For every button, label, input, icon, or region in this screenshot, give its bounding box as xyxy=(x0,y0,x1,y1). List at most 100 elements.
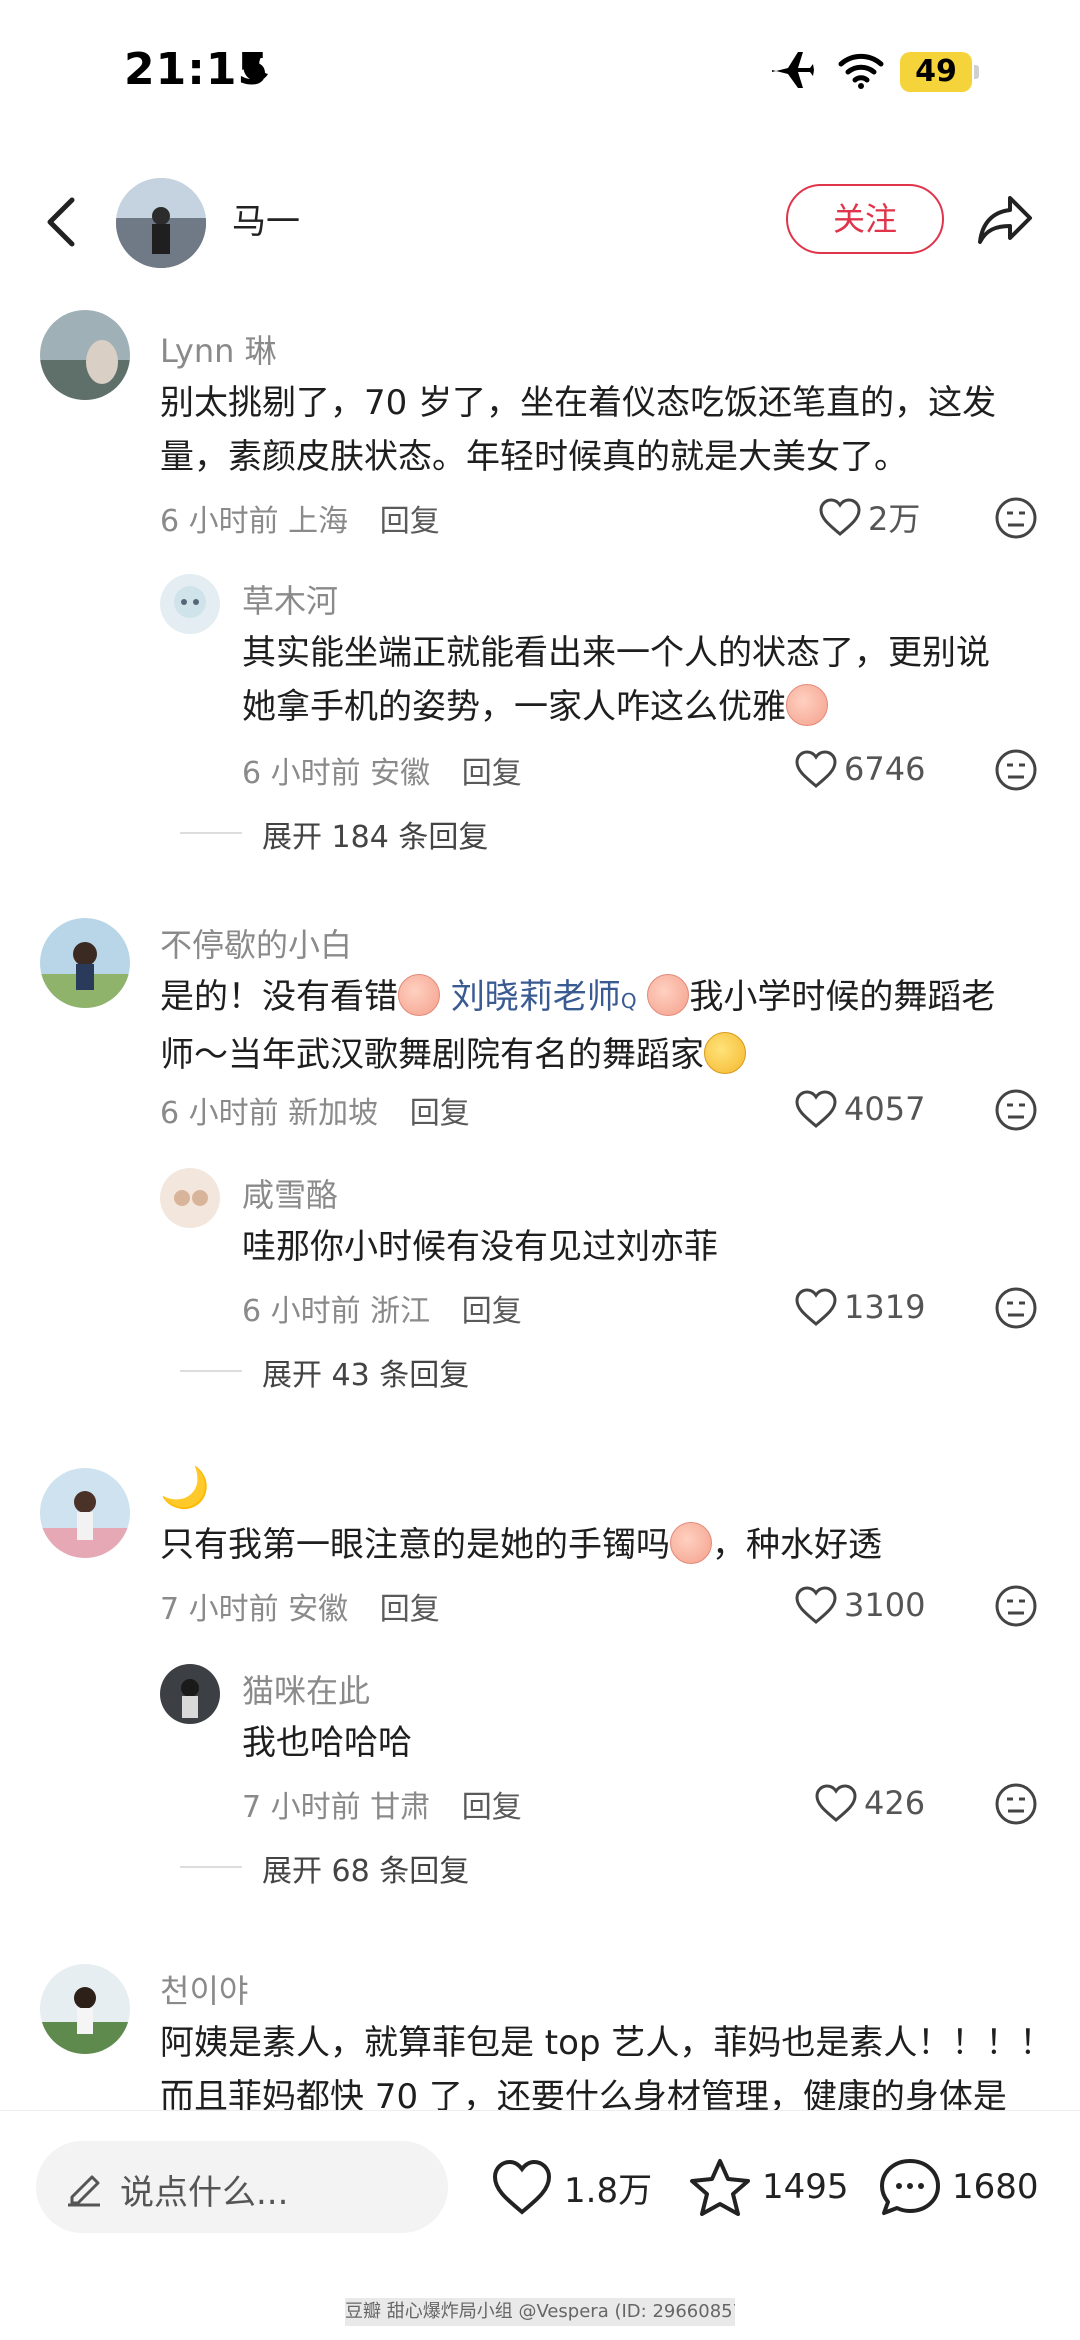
post-header: 马一 关注 xyxy=(0,170,1080,270)
expand-replies-button[interactable]: 展开 43 条回复 xyxy=(262,1350,469,1394)
like-post-button[interactable]: 1.8万 xyxy=(490,2157,652,2217)
comment-text-line: 阿姨是素人，就算菲包是 top 艺人，菲妈也是素人！！！！ xyxy=(160,2023,1054,2063)
dislike-face-icon[interactable] xyxy=(994,1286,1038,1330)
expand-divider xyxy=(180,832,242,834)
crying-emoji-icon xyxy=(398,974,440,1016)
reply-meta: 6 小时前 安徽 回复 xyxy=(242,748,522,792)
like-button[interactable]: 426 xyxy=(814,1778,925,1828)
reply-time: 7 小时前 xyxy=(242,1790,361,1825)
comment-text-line: 师～当年武汉歌舞剧院有名的舞蹈家 xyxy=(160,1035,704,1075)
expand-divider xyxy=(180,1370,242,1372)
reply-button[interactable]: 回复 xyxy=(380,1592,440,1627)
like-count: 2万 xyxy=(868,500,921,538)
comment-meta: 6 小时前 新加坡 回复 xyxy=(160,1088,470,1132)
star-icon xyxy=(690,2159,750,2216)
heart-icon xyxy=(795,1090,837,1128)
heart-icon xyxy=(795,1288,837,1326)
comment-text-line: 我小学时候的舞蹈老 xyxy=(689,977,996,1017)
comment-text: 是的！没有看错 刘晓莉老师Q 我小学时候的舞蹈老 师～当年武汉歌舞剧院有名的舞蹈… xyxy=(160,970,1060,1082)
reply-username[interactable]: 咸雪酪 xyxy=(242,1170,338,1216)
dislike-face-icon[interactable] xyxy=(994,1088,1038,1132)
like-count: 1319 xyxy=(844,1288,926,1326)
reply-text: 哇那你小时候有没有见过刘亦菲 xyxy=(242,1220,1042,1274)
reply-text: 我也哈哈哈 xyxy=(242,1716,1042,1770)
comment-username[interactable]: 천이야 xyxy=(160,1966,248,2012)
reply-username[interactable]: 猫咪在此 xyxy=(242,1666,370,1712)
like-button[interactable]: 3100 xyxy=(794,1580,925,1630)
reply-text-line: 我也哈哈哈 xyxy=(242,1723,412,1763)
follow-button[interactable]: 关注 xyxy=(786,184,944,254)
comment-text-line: 是的！没有看错 xyxy=(160,977,398,1017)
post-like-count: 1.8万 xyxy=(564,2170,653,2211)
author-name[interactable]: 马一 xyxy=(232,194,300,243)
like-button[interactable]: 1319 xyxy=(794,1282,925,1332)
comment-location: 新加坡 xyxy=(288,1096,379,1131)
comment-time: 7 小时前 xyxy=(160,1592,279,1627)
moon-icon xyxy=(243,54,268,81)
avatar[interactable] xyxy=(160,574,220,634)
like-button[interactable]: 2万 xyxy=(818,492,920,542)
like-button[interactable]: 4057 xyxy=(794,1084,925,1134)
moon-emoji-icon: 🌙 xyxy=(160,1465,210,1511)
heart-icon xyxy=(795,750,837,788)
comment-location: 上海 xyxy=(288,504,349,539)
airplane-mode-icon xyxy=(772,52,814,88)
reply-button[interactable]: 回复 xyxy=(462,1294,522,1329)
avatar[interactable] xyxy=(40,1468,130,1558)
dislike-face-icon[interactable] xyxy=(994,748,1038,792)
bottom-action-bar: 说点什么... 1.8万 1495 1680 xyxy=(0,2110,1080,2310)
comment-username[interactable]: 不停歇的小白 xyxy=(160,920,352,966)
dislike-face-icon[interactable] xyxy=(994,496,1038,540)
post-comment-count: 1680 xyxy=(952,2167,1039,2207)
reply-button[interactable]: 回复 xyxy=(410,1096,470,1131)
avatar[interactable] xyxy=(40,1964,130,2054)
comment-username[interactable]: Lynn 琳 xyxy=(160,326,277,372)
dislike-face-icon[interactable] xyxy=(994,1782,1038,1826)
avatar[interactable] xyxy=(40,310,130,400)
avatar[interactable] xyxy=(160,1168,220,1228)
battery-indicator: 49 xyxy=(900,52,979,92)
comment-location: 安徽 xyxy=(288,1592,349,1627)
like-button[interactable]: 6746 xyxy=(794,744,925,794)
comment-meta: 7 小时前 安徽 回复 xyxy=(160,1584,440,1628)
comment-input[interactable]: 说点什么... xyxy=(36,2141,448,2233)
reply-text-line: 其实能坐端正就能看出来一个人的状态了，更别说 xyxy=(242,633,990,673)
comment-text-line: ，种水好透 xyxy=(712,1525,882,1565)
comment-bubble-icon xyxy=(880,2159,940,2215)
crying-emoji-icon xyxy=(647,974,690,1016)
reply-button[interactable]: 回复 xyxy=(462,1790,522,1825)
status-bar: 21:15 49 xyxy=(0,0,1080,150)
share-icon[interactable] xyxy=(976,192,1034,248)
like-count: 4057 xyxy=(844,1090,926,1128)
avatar[interactable] xyxy=(160,1664,220,1724)
comment-post-button[interactable]: 1680 xyxy=(878,2157,1039,2217)
crying-emoji-icon xyxy=(670,1522,712,1564)
favorite-post-button[interactable]: 1495 xyxy=(688,2157,849,2217)
dislike-face-icon[interactable] xyxy=(994,1584,1038,1628)
like-count: 426 xyxy=(864,1784,926,1822)
author-avatar[interactable] xyxy=(116,178,206,268)
reply-username[interactable]: 草木河 xyxy=(242,576,338,622)
like-count: 6746 xyxy=(844,750,926,788)
comments-list[interactable]: Lynn 琳 别太挑剔了，70 岁了，坐在着仪态吃饭还笔直的，这发 量，素颜皮肤… xyxy=(0,300,1080,2110)
comment-time: 6 小时前 xyxy=(160,1096,279,1131)
reply-button[interactable]: 回复 xyxy=(462,756,522,791)
heart-icon xyxy=(819,498,861,536)
mention-link[interactable]: 刘晓莉老师 xyxy=(451,977,621,1017)
expand-replies-button[interactable]: 展开 68 条回复 xyxy=(262,1846,469,1890)
expand-divider xyxy=(180,1866,242,1868)
comment-text-line: 只有我第一眼注意的是她的手镯吗 xyxy=(160,1525,670,1565)
expand-replies-button[interactable]: 展开 184 条回复 xyxy=(262,812,488,856)
comment-text-line: 别太挑剔了，70 岁了，坐在着仪态吃饭还笔直的，这发 xyxy=(160,383,997,423)
back-arrow-icon[interactable] xyxy=(40,196,80,248)
crying-emoji-icon xyxy=(786,684,828,726)
reply-button[interactable]: 回复 xyxy=(380,504,440,539)
avatar[interactable] xyxy=(40,918,130,1008)
heart-icon xyxy=(815,1784,857,1822)
comment-text: 阿姨是素人，就算菲包是 top 艺人，菲妈也是素人！！！！ 而且菲妈都快 70 … xyxy=(160,2016,1060,2110)
comment-meta: 6 小时前 上海 回复 xyxy=(160,496,440,540)
comment-text-line: 而且菲妈都快 70 了，还要什么身材管理，健康的身体是 xyxy=(160,2077,1007,2110)
comment-username[interactable]: 🌙 xyxy=(160,1464,210,1511)
reply-text-line: 她拿手机的姿势，一家人咋这么优雅 xyxy=(242,687,786,727)
reply-location: 安徽 xyxy=(370,756,431,791)
